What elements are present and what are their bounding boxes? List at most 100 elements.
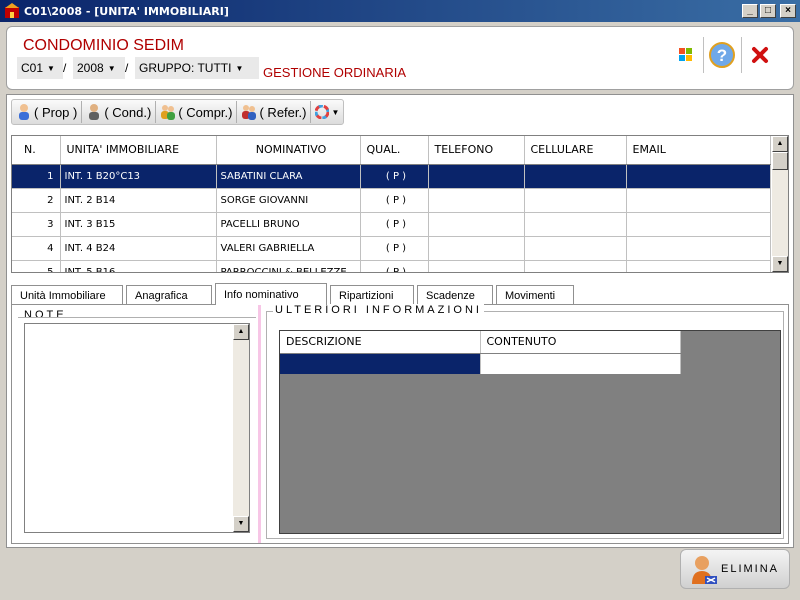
separator-slash: / bbox=[125, 61, 129, 75]
cell-unita[interactable]: INT. 2 B14 bbox=[60, 188, 217, 213]
col-header-descrizione[interactable]: DESCRIZIONE bbox=[280, 331, 481, 354]
cell-cellulare[interactable] bbox=[524, 236, 627, 261]
panel-separator bbox=[258, 305, 261, 543]
cell-telefono[interactable] bbox=[428, 188, 525, 213]
windows-button[interactable] bbox=[671, 39, 701, 71]
table-row[interactable]: 1 INT. 1 B20°C13 SABATINI CLARA ( P ) bbox=[12, 164, 771, 189]
cell-email[interactable] bbox=[626, 188, 771, 213]
cell-qual[interactable]: ( P ) bbox=[360, 260, 429, 272]
year-select[interactable]: 2008 ▼ bbox=[73, 57, 125, 79]
cell-cellulare[interactable] bbox=[524, 164, 627, 189]
header-separator bbox=[741, 37, 742, 73]
cell-nominativo[interactable]: PARROCCINI & BELLEZZE bbox=[216, 260, 361, 272]
cell-qual[interactable]: ( P ) bbox=[360, 188, 429, 213]
scroll-up-arrow-icon[interactable]: ▲ bbox=[772, 136, 788, 152]
units-grid: N. UNITA' IMMOBILIARE NOMINATIVO QUAL. T… bbox=[11, 135, 789, 273]
note-textarea[interactable]: ▲ ▼ bbox=[24, 323, 250, 533]
minimize-button[interactable]: _ bbox=[742, 4, 758, 18]
tab-panel-info-nominativo: NOTE ▲ ▼ ULTERIORI INFORMAZIONI DESCRIZI… bbox=[11, 304, 789, 544]
cell-unita[interactable]: INT. 5 B16 bbox=[60, 260, 217, 272]
cell-email[interactable] bbox=[626, 260, 771, 272]
tab-unita-immobiliare[interactable]: Unità Immobiliare bbox=[11, 285, 123, 305]
col-header-n[interactable]: N. bbox=[12, 136, 61, 165]
cell-qual[interactable]: ( P ) bbox=[360, 164, 429, 189]
cell-descrizione[interactable] bbox=[280, 353, 481, 374]
cell-email[interactable] bbox=[626, 236, 771, 261]
svg-text:?: ? bbox=[717, 46, 727, 65]
condominio-code-value: C01 bbox=[21, 61, 44, 75]
group-select[interactable]: GRUPPO: TUTTI ▼ bbox=[135, 57, 259, 79]
close-window-button[interactable]: × bbox=[780, 4, 796, 18]
people-icon bbox=[242, 105, 257, 120]
tab-anagrafica[interactable]: Anagrafica bbox=[126, 285, 212, 305]
cell-telefono[interactable] bbox=[428, 236, 525, 261]
cell-n[interactable]: 1 bbox=[12, 164, 61, 189]
cell-unita[interactable]: INT. 3 B15 bbox=[60, 212, 217, 237]
window-titlebar: C01\2008 - [UNITA' IMMOBILIARI] _ □ × bbox=[0, 0, 800, 22]
info-header-row: DESCRIZIONE CONTENUTO bbox=[280, 331, 681, 354]
cell-email[interactable] bbox=[626, 212, 771, 237]
maximize-button[interactable]: □ bbox=[760, 4, 776, 18]
close-form-button[interactable] bbox=[745, 39, 775, 71]
table-row[interactable] bbox=[280, 353, 681, 374]
cell-telefono[interactable] bbox=[428, 212, 525, 237]
condominio-name: CONDOMINIO SEDIM bbox=[23, 37, 184, 54]
cell-unita[interactable]: INT. 4 B24 bbox=[60, 236, 217, 261]
col-header-unita[interactable]: UNITA' IMMOBILIARE bbox=[60, 136, 217, 165]
cell-n[interactable]: 5 bbox=[12, 260, 61, 272]
cell-qual[interactable]: ( P ) bbox=[360, 212, 429, 237]
color-options-button[interactable]: ▼ bbox=[311, 101, 343, 123]
refer-button[interactable]: ( Refer.) bbox=[237, 101, 312, 123]
scroll-up-arrow-icon[interactable]: ▲ bbox=[233, 324, 249, 340]
cell-nominativo[interactable]: PACELLI BRUNO bbox=[216, 212, 361, 237]
cell-contenuto[interactable] bbox=[480, 353, 681, 374]
cell-telefono[interactable] bbox=[428, 260, 525, 272]
prop-button[interactable]: ( Prop ) bbox=[12, 101, 83, 123]
cell-n[interactable]: 4 bbox=[12, 236, 61, 261]
windows-logo-icon bbox=[679, 48, 692, 61]
cell-cellulare[interactable] bbox=[524, 212, 627, 237]
tab-movimenti[interactable]: Movimenti bbox=[496, 285, 574, 305]
table-row[interactable]: 2 INT. 2 B14 SORGE GIOVANNI ( P ) bbox=[12, 188, 771, 213]
cond-button[interactable]: ( Cond.) bbox=[82, 101, 157, 123]
people-icon bbox=[161, 105, 176, 120]
table-row[interactable]: 3 INT. 3 B15 PACELLI BRUNO ( P ) bbox=[12, 212, 771, 237]
note-group: NOTE ▲ ▼ bbox=[18, 309, 256, 539]
tab-info-nominativo[interactable]: Info nominativo bbox=[215, 283, 327, 305]
table-row[interactable]: 5 INT. 5 B16 PARROCCINI & BELLEZZE ( P ) bbox=[12, 260, 771, 272]
app-icon bbox=[5, 3, 19, 18]
compr-button[interactable]: ( Compr.) bbox=[156, 101, 238, 123]
elimina-button[interactable]: ELIMINA bbox=[680, 549, 790, 589]
cell-n[interactable]: 2 bbox=[12, 188, 61, 213]
cell-n[interactable]: 3 bbox=[12, 212, 61, 237]
cell-unita[interactable]: INT. 1 B20°C13 bbox=[60, 164, 217, 189]
cell-qual[interactable]: ( P ) bbox=[360, 236, 429, 261]
cell-cellulare[interactable] bbox=[524, 188, 627, 213]
table-row[interactable]: 4 INT. 4 B24 VALERI GABRIELLA ( P ) bbox=[12, 236, 771, 261]
cell-email[interactable] bbox=[626, 164, 771, 189]
grid-scrollbar[interactable]: ▲ ▼ bbox=[772, 136, 788, 272]
col-header-email[interactable]: EMAIL bbox=[626, 136, 771, 165]
year-value: 2008 bbox=[77, 61, 104, 75]
tab-ripartizioni[interactable]: Ripartizioni bbox=[330, 285, 414, 305]
help-button[interactable]: ? bbox=[707, 39, 737, 71]
cell-nominativo[interactable]: VALERI GABRIELLA bbox=[216, 236, 361, 261]
scroll-thumb[interactable] bbox=[772, 152, 788, 170]
col-header-nominativo[interactable]: NOMINATIVO bbox=[216, 136, 361, 165]
header-panel: CONDOMINIO SEDIM C01 ▼ / 2008 ▼ / GRUPPO… bbox=[6, 26, 794, 90]
col-header-telefono[interactable]: TELEFONO bbox=[428, 136, 525, 165]
col-header-cellulare[interactable]: CELLULARE bbox=[524, 136, 627, 165]
tab-scadenze[interactable]: Scadenze bbox=[417, 285, 493, 305]
scroll-down-arrow-icon[interactable]: ▼ bbox=[233, 516, 249, 532]
cell-cellulare[interactable] bbox=[524, 260, 627, 272]
detail-tabs: Unità Immobiliare Anagrafica Info nomina… bbox=[11, 283, 577, 305]
scroll-down-arrow-icon[interactable]: ▼ bbox=[772, 256, 788, 272]
cell-nominativo[interactable]: SORGE GIOVANNI bbox=[216, 188, 361, 213]
note-scrollbar[interactable]: ▲ ▼ bbox=[233, 324, 249, 532]
cell-nominativo[interactable]: SABATINI CLARA bbox=[216, 164, 361, 189]
cell-telefono[interactable] bbox=[428, 164, 525, 189]
separator-slash: / bbox=[63, 61, 67, 75]
condominio-code-select[interactable]: C01 ▼ bbox=[17, 57, 63, 79]
col-header-qual[interactable]: QUAL. bbox=[360, 136, 429, 165]
col-header-contenuto[interactable]: CONTENUTO bbox=[480, 331, 681, 354]
